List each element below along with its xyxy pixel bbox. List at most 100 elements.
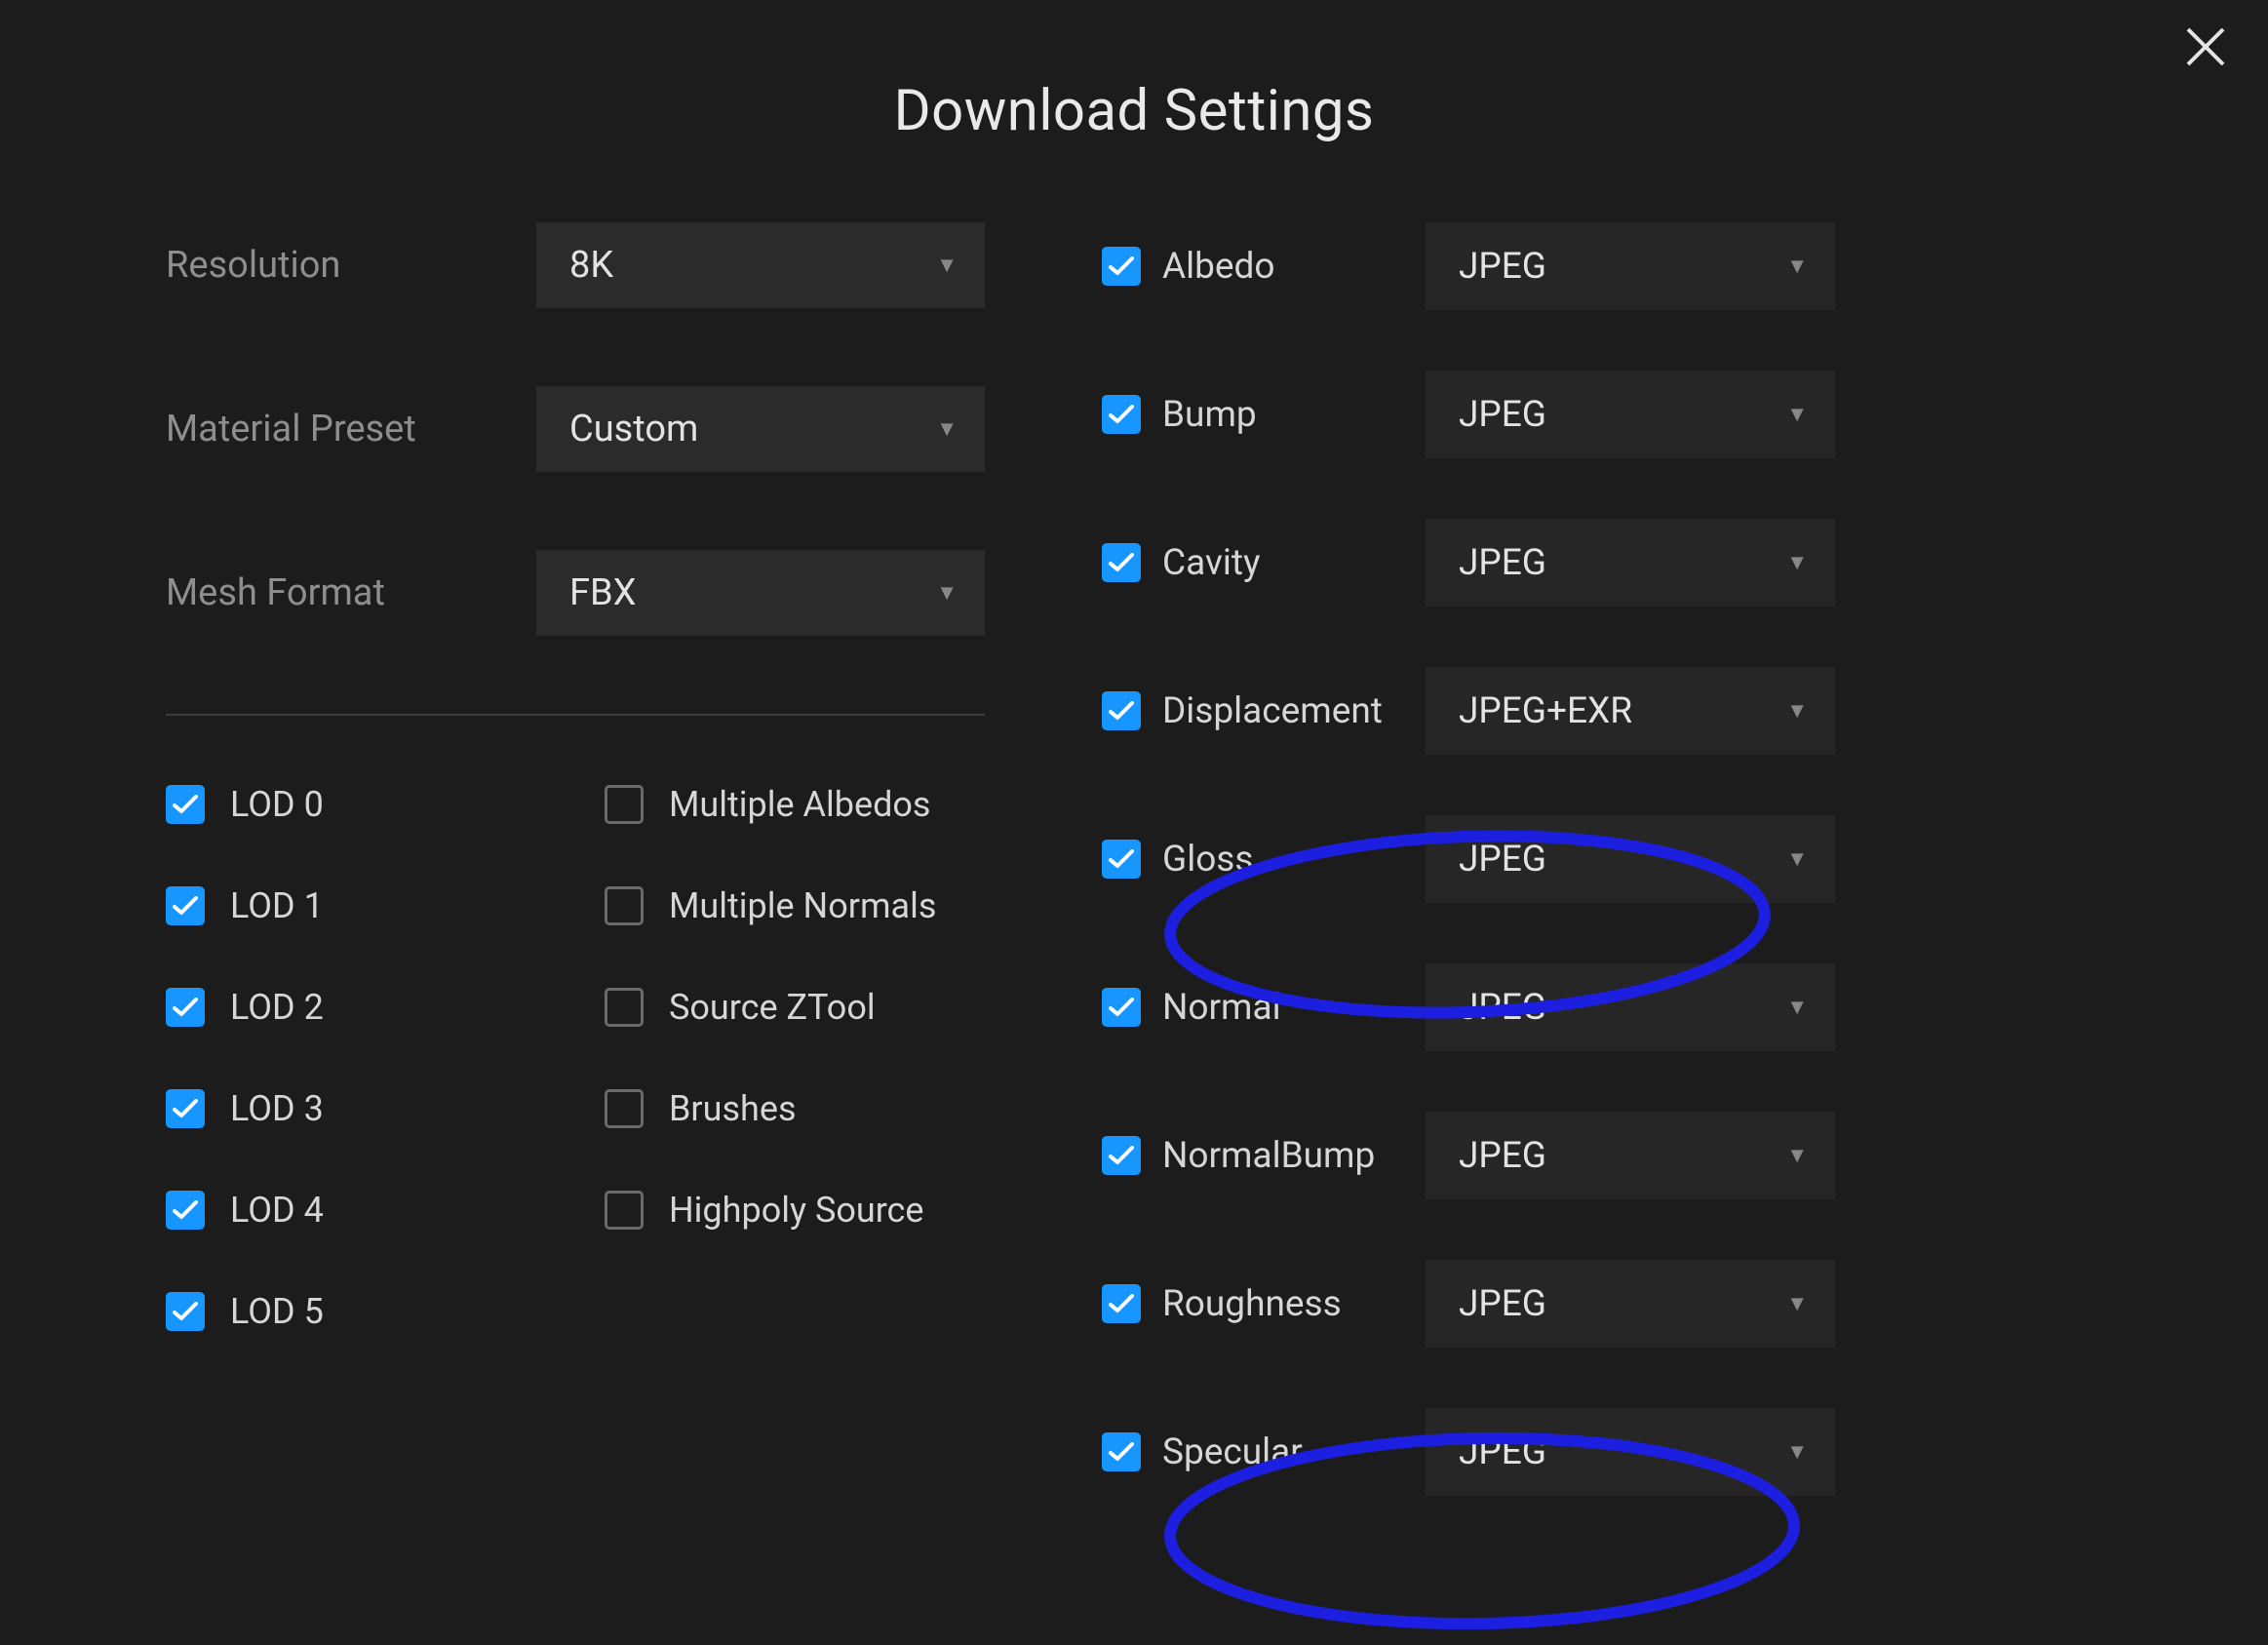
resolution-select[interactable]: 8K ▼ [536,222,985,308]
extra-checkbox[interactable] [605,988,644,1027]
texture-checkbox[interactable] [1102,1284,1141,1323]
texture-format-value: JPEG [1459,1431,1546,1473]
lod-row[interactable]: LOD 3 [166,1088,546,1129]
resolution-row: Resolution 8K ▼ [166,222,985,308]
texture-format-select[interactable]: JPEG▼ [1426,815,1835,903]
texture-checkbox[interactable] [1102,1136,1141,1175]
chevron-down-icon: ▼ [1786,402,1808,427]
texture-checkbox[interactable] [1102,988,1141,1027]
extra-label: Multiple Albedos [669,784,931,825]
texture-checkbox[interactable] [1102,247,1141,286]
texture-checkbox[interactable] [1102,1432,1141,1471]
texture-format-select[interactable]: JPEG ▼ [1426,519,1835,607]
texture-row: CavityJPEG▼ [1102,519,2102,607]
extra-checkbox[interactable] [605,1191,644,1230]
close-button[interactable] [2176,18,2235,76]
texture-checkbox[interactable] [1102,543,1141,582]
chevron-down-icon: ▼ [936,416,958,442]
left-column: Resolution 8K ▼ Material Preset Custom ▼… [166,222,985,1496]
resolution-label: Resolution [166,244,536,287]
texture-format-value: JPEG [1459,1283,1546,1325]
chevron-down-icon: ▼ [1786,550,1808,575]
chevron-down-icon: ▼ [1786,698,1808,724]
lod-label: LOD 2 [230,987,324,1028]
lod-row[interactable]: LOD 2 [166,987,546,1028]
extra-label: Source ZTool [669,987,876,1028]
texture-label: NormalBump [1162,1135,1426,1177]
texture-format-select[interactable]: JPEG▼ [1426,371,1835,458]
texture-format-select[interactable]: JPEG▼ [1426,1112,1835,1199]
texture-format-value: JPEG [1459,246,1546,288]
chevron-down-icon: ▼ [936,253,958,278]
texture-format-value: JPEG [1459,1135,1546,1177]
modal-title: Download Settings [0,78,2268,144]
texture-format-select[interactable]: JPEG▼ [1426,963,1835,1051]
settings-content: Resolution 8K ▼ Material Preset Custom ▼… [0,222,2268,1496]
mesh-format-value: FBX [569,571,637,614]
lod-row[interactable]: LOD 4 [166,1190,546,1231]
texture-format-value: JPEG [1459,987,1546,1029]
divider [166,714,985,716]
chevron-down-icon: ▼ [1786,1291,1808,1316]
texture-checkbox-wrap [1102,395,1162,434]
texture-row: BumpJPEG▼ [1102,371,2102,458]
material-preset-label: Material Preset [166,408,536,450]
extra-row[interactable]: Highpoly Source [605,1190,985,1231]
texture-checkbox[interactable] [1102,691,1141,730]
extra-checkbox[interactable] [605,1089,644,1128]
texture-checkbox-wrap [1102,247,1162,286]
mesh-format-select[interactable]: FBX ▼ [536,550,985,636]
lod-checkbox[interactable] [166,1089,205,1128]
extra-row[interactable]: Brushes [605,1088,985,1129]
extra-label: Highpoly Source [669,1190,924,1231]
texture-row: AlbedoJPEG▼ [1102,222,2102,310]
extra-checkbox[interactable] [605,886,644,925]
texture-checkbox-wrap [1102,840,1162,879]
lod-row[interactable]: LOD 5 [166,1291,546,1332]
texture-format-select[interactable]: JPEG ▼ [1426,222,1835,310]
texture-row: Roughness JPEG ▼ [1102,1260,2102,1348]
extra-row[interactable]: Multiple Albedos [605,784,985,825]
chevron-down-icon: ▼ [936,580,958,606]
extra-label: Multiple Normals [669,885,936,926]
lod-checkbox[interactable] [166,1292,205,1331]
texture-label: Normal [1162,987,1426,1029]
lod-label: LOD 3 [230,1088,324,1129]
lod-checkbox[interactable] [166,785,205,824]
texture-row: NormalJPEG▼ [1102,963,2102,1051]
material-preset-select[interactable]: Custom ▼ [536,386,985,472]
chevron-down-icon: ▼ [1786,1439,1808,1465]
texture-checkbox-wrap [1102,543,1162,582]
texture-format-select[interactable]: JPEG ▼ [1426,1260,1835,1348]
extra-checkbox[interactable] [605,785,644,824]
texture-checkbox-wrap [1102,1432,1162,1471]
lod-row[interactable]: LOD 1 [166,885,546,926]
lod-label: LOD 4 [230,1190,324,1231]
texture-checkbox-wrap [1102,691,1162,730]
texture-row: GlossJPEG▼ [1102,815,2102,903]
extra-row[interactable]: Multiple Normals [605,885,985,926]
lod-label: LOD 1 [230,885,324,926]
lod-checkbox[interactable] [166,886,205,925]
texture-label: Specular [1162,1431,1426,1473]
texture-checkbox[interactable] [1102,395,1141,434]
lod-row[interactable]: LOD 0 [166,784,546,825]
lods-column: LOD 0 LOD 1 LOD 2 LOD 3 LOD 4 LOD 5 [166,784,546,1332]
lod-checkbox[interactable] [166,1191,205,1230]
texture-format-select[interactable]: JPEG ▼ [1426,1408,1835,1496]
texture-checkbox[interactable] [1102,840,1141,879]
extra-row[interactable]: Source ZTool [605,987,985,1028]
right-column: AlbedoJPEG▼BumpJPEG▼CavityJPEG▼Displacem… [1102,222,2102,1496]
texture-row: Displacement JPEG+EXR ▼ [1102,667,2102,755]
texture-checkbox-wrap [1102,1284,1162,1323]
lod-checkbox[interactable] [166,988,205,1027]
texture-label: Displacement [1162,690,1426,732]
texture-label: Roughness [1162,1283,1426,1325]
lod-label: LOD 5 [230,1291,324,1332]
chevron-down-icon: ▼ [1786,254,1808,279]
close-icon [2184,25,2227,68]
texture-format-select[interactable]: JPEG+EXR ▼ [1426,667,1835,755]
texture-checkbox-wrap [1102,988,1162,1027]
texture-format-value: JPEG [1459,542,1546,584]
texture-format-value: JPEG+EXR [1459,690,1632,732]
